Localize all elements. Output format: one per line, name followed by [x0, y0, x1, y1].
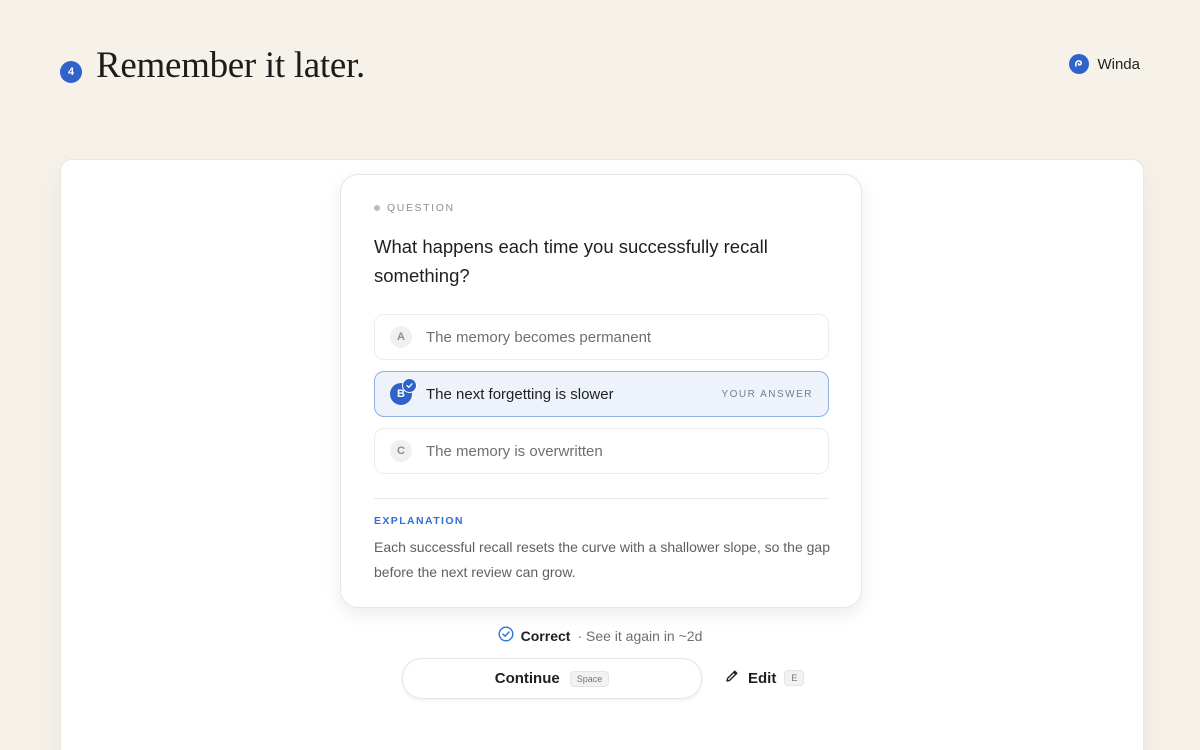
result-label: Correct [520, 627, 571, 644]
your-answer-tag: YOUR ANSWER [721, 388, 813, 400]
edit-label: Edit [748, 669, 777, 687]
eyebrow-label: QUESTION [387, 202, 455, 214]
question-text: What happens each time you successfully … [374, 236, 768, 286]
step-badge: 4 [60, 61, 82, 83]
answer-option-a[interactable]: A The memory becomes permanent [374, 314, 829, 360]
explanation-label: EXPLANATION [374, 515, 464, 527]
pencil-icon [724, 668, 740, 688]
continue-shortcut-key: Space [569, 670, 610, 687]
explanation-text: Each successful recall resets the curve … [374, 539, 831, 580]
check-circle-icon [498, 626, 514, 645]
eyebrow-dot-icon [374, 205, 380, 211]
continue-label: Continue [494, 670, 560, 687]
brand-name: Winda [1097, 55, 1140, 73]
result-status: Correct · See it again in ~2d [0, 626, 1200, 645]
page-title: Remember it later. [96, 45, 365, 86]
answer-option-b[interactable]: B The next forgetting is slower YOUR ANS… [374, 371, 829, 417]
option-letter: A [390, 326, 412, 348]
question-eyebrow: QUESTION [374, 202, 455, 214]
brand-logo-icon [1069, 54, 1090, 74]
page: 4 Remember it later. Winda QUESTION What… [0, 0, 1200, 750]
result-detail: · See it again in ~2d [577, 627, 703, 644]
question-card: QUESTION What happens each time you succ… [340, 174, 862, 608]
option-label: The memory becomes permanent [426, 328, 652, 346]
option-label: The next forgetting is slower [426, 385, 614, 403]
brand: Winda [1069, 54, 1140, 74]
option-letter: B [390, 378, 417, 405]
divider [374, 498, 829, 499]
edit-button[interactable]: Edit E [724, 668, 805, 688]
option-label: The memory is overwritten [426, 442, 603, 460]
selected-check-icon [402, 378, 417, 393]
edit-shortcut-key: E [784, 670, 805, 686]
continue-button[interactable]: Continue Space [402, 658, 702, 699]
answer-option-c[interactable]: C The memory is overwritten [374, 428, 829, 474]
option-letter: C [390, 440, 412, 462]
